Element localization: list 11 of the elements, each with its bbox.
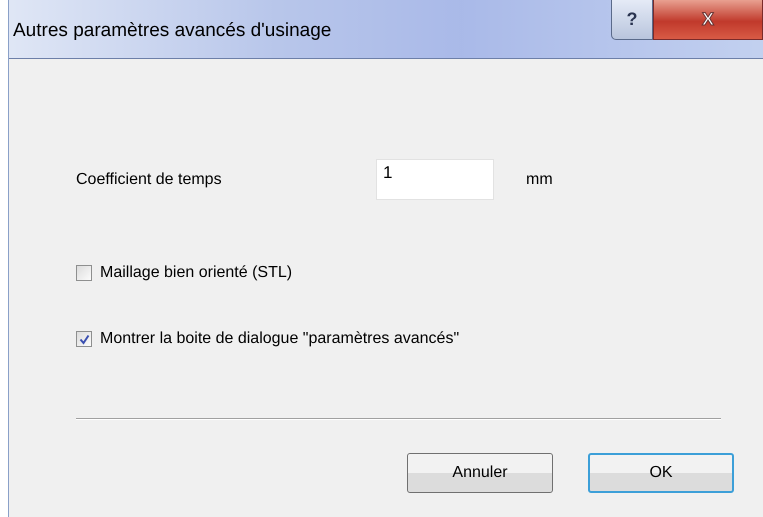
window-title: Autres paramètres avancés d'usinage (13, 20, 332, 42)
checkbox[interactable] (76, 331, 92, 347)
input-field[interactable]: 1 (376, 159, 494, 200)
cancel-button[interactable]: Annuler (407, 453, 553, 493)
field-label: Coefficient de temps (76, 170, 223, 188)
unit-label: mm (526, 170, 553, 188)
checkbox[interactable] (76, 265, 92, 281)
checkbox-label: Montrer la boite de dialogue "paramètres avancés" (100, 330, 460, 348)
help-button[interactable]: ? (611, 0, 653, 40)
checkbox-label: Maillage bien orienté (STL) (100, 264, 292, 282)
ok-button[interactable]: OK (588, 453, 734, 493)
